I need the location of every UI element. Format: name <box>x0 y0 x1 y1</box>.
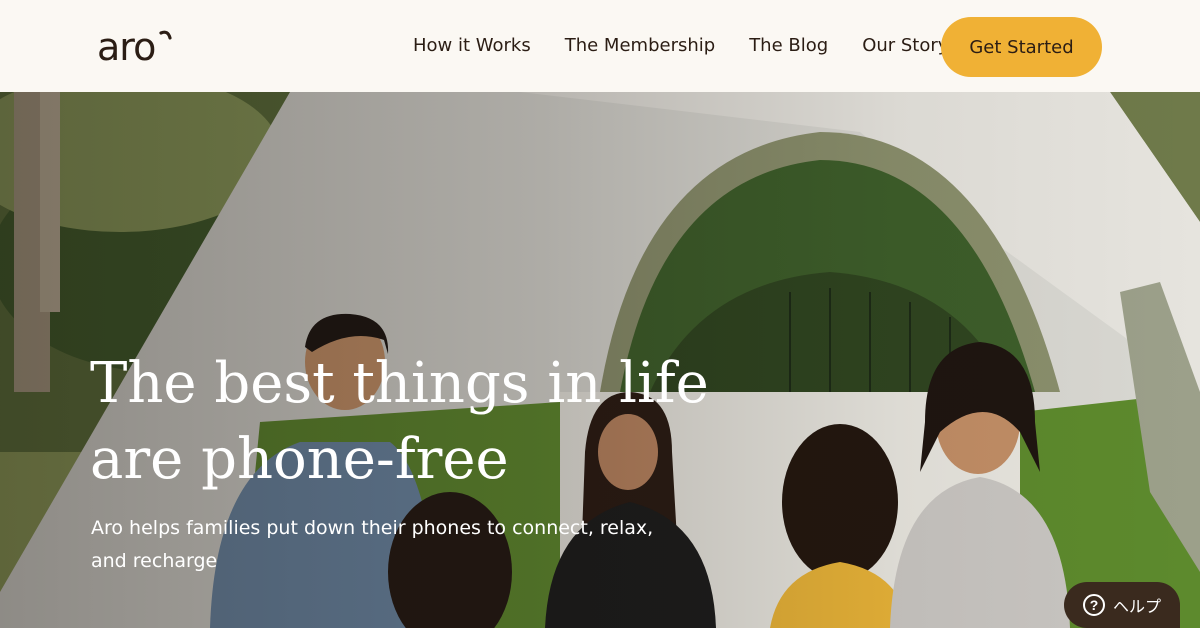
question-icon: ? <box>1082 594 1105 616</box>
nav-our-story[interactable]: Our Story <box>862 32 948 60</box>
hero-headline: The best things in life are phone-free <box>90 351 709 492</box>
site-header: aro How it Works The Membership The Blog… <box>0 0 1200 92</box>
help-button[interactable]: ? ヘルプ <box>1064 582 1180 628</box>
hero-section: The best things in life are phone-free A… <box>0 92 1200 628</box>
help-label: ヘルプ <box>1112 599 1161 616</box>
nav-the-blog[interactable]: The Blog <box>749 32 828 60</box>
hero-subheadline: Aro helps families put down their phones… <box>91 517 654 572</box>
main-nav: How it Works The Membership The Blog Our… <box>413 32 948 60</box>
nav-how-it-works[interactable]: How it Works <box>413 32 531 60</box>
logo-wordmark: aro <box>97 25 156 69</box>
logo-accent-icon <box>159 30 172 40</box>
get-started-button[interactable]: Get Started <box>941 17 1102 77</box>
nav-the-membership[interactable]: The Membership <box>565 32 715 60</box>
aro-logo[interactable]: aro <box>97 26 175 66</box>
